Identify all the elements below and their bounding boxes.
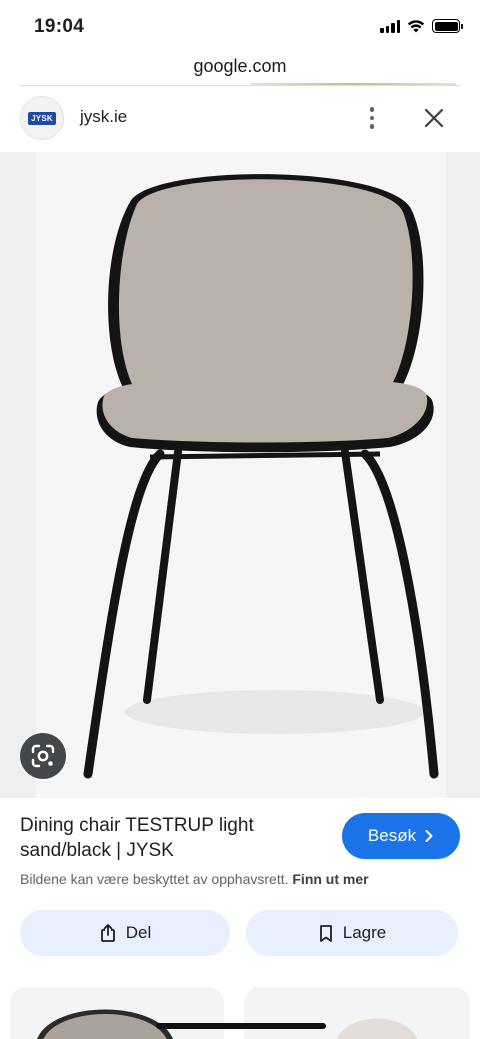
related-chair-thumbnail [37,1009,173,1039]
visit-button[interactable]: Besøk [342,813,460,859]
status-bar: 19:04 [0,0,480,50]
site-name[interactable]: jysk.ie [80,107,127,127]
battery-icon [432,19,463,33]
chair-image [83,174,439,779]
chevron-right-icon [425,830,433,842]
source-header: JYSK jysk.ie [0,96,480,144]
close-icon[interactable] [418,102,450,134]
more-options-icon[interactable] [358,102,386,134]
copyright-notice: Bildene kan være beskyttet av opphavsret… [20,871,369,887]
site-logo[interactable]: JYSK [20,96,64,140]
save-label: Lagre [342,923,387,942]
status-icons [380,19,463,33]
status-time: 19:04 [34,16,85,37]
home-indicator[interactable] [156,1023,326,1029]
related-image-card[interactable] [244,987,470,1039]
product-image[interactable] [0,152,480,798]
cellular-signal-icon [380,19,400,33]
share-icon [100,924,115,942]
save-button[interactable]: Lagre [246,910,458,956]
wifi-icon [407,20,425,33]
url-text: google.com [193,56,287,76]
share-label: Del [125,923,152,942]
product-title[interactable]: Dining chair TESTRUP light sand/black | … [20,813,320,863]
learn-more-link[interactable]: Finn ut mer [292,871,368,887]
visit-label: Besøk [367,826,417,845]
url-bar[interactable]: google.com [0,52,480,86]
divider [20,85,460,86]
related-image-card[interactable] [10,987,224,1039]
copyright-text: Bildene kan være beskyttet av opphavsret… [20,871,289,887]
bookmark-icon [319,924,332,942]
lens-icon [31,744,55,768]
share-button[interactable]: Del [20,910,230,956]
lens-search-button[interactable] [20,733,66,779]
related-chair-thumbnail [336,1018,418,1039]
jysk-logo: JYSK [28,111,56,125]
